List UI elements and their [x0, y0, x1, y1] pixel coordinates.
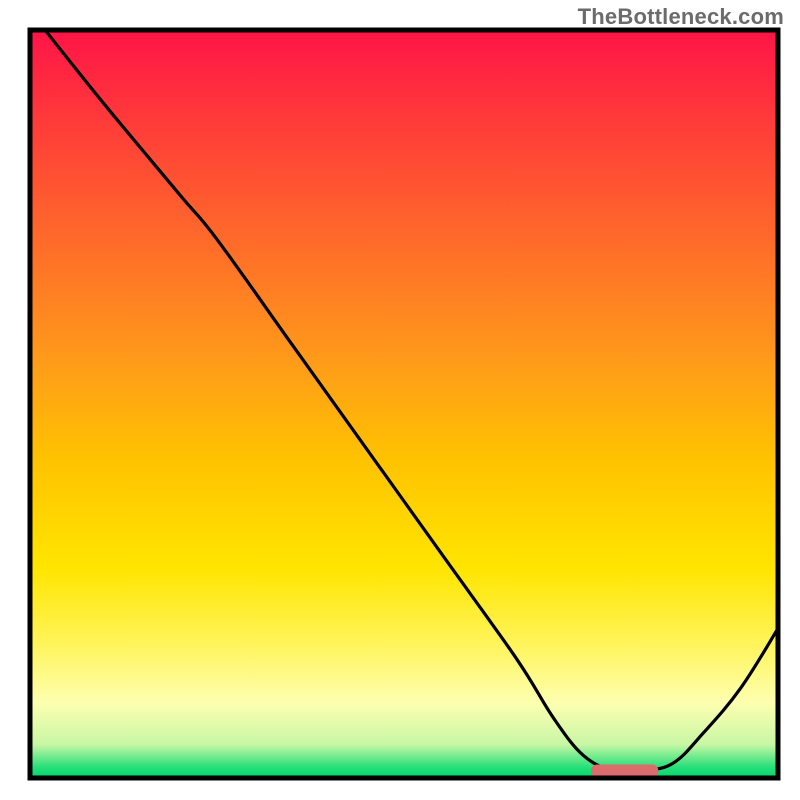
watermark-text: TheBottleneck.com	[578, 4, 784, 30]
chart-svg	[0, 0, 800, 800]
bottleneck-chart: TheBottleneck.com	[0, 0, 800, 800]
plot-background	[30, 30, 778, 778]
